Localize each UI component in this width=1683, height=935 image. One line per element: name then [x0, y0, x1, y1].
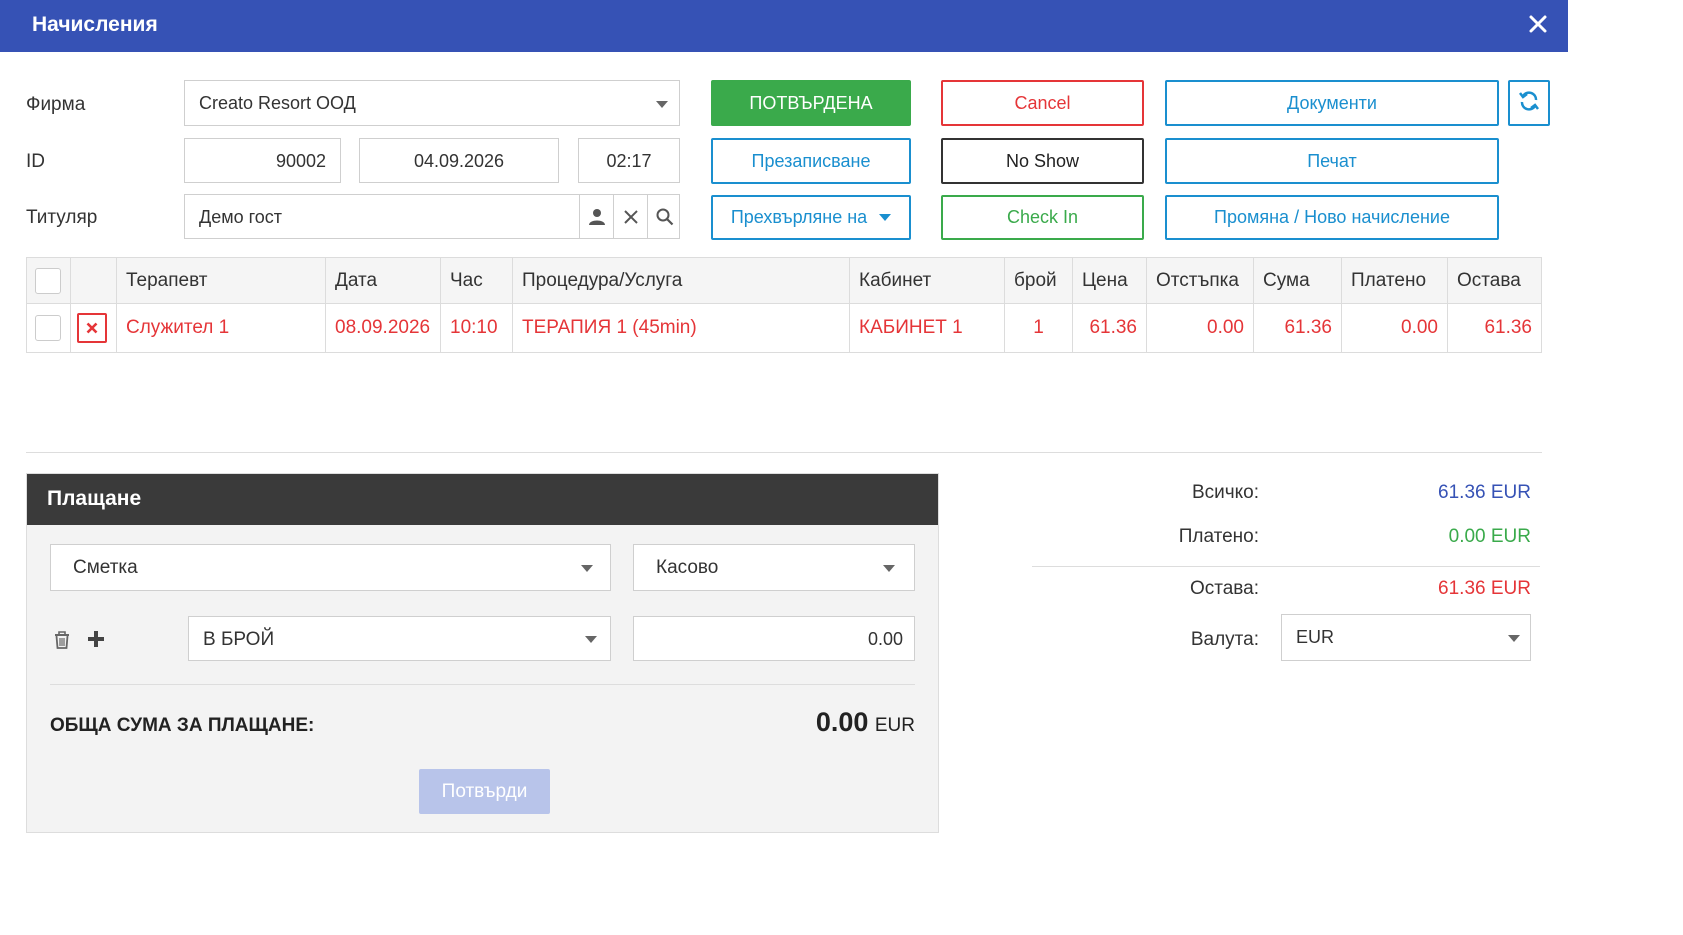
total-label: ОБЩА СУМА ЗА ПЛАЩАНЕ:	[50, 715, 315, 736]
register-value: Касово	[656, 557, 719, 578]
summary-paid-label: Платено:	[1178, 526, 1259, 547]
cell-discount: 0.00	[1146, 303, 1254, 353]
cell-therapist: Служител 1	[116, 303, 326, 353]
date-value: 04.09.2026	[413, 151, 505, 171]
summary-paid-value: 0.00 EUR	[1448, 526, 1531, 547]
change-new-charge-button[interactable]: Промяна / Ново начисление	[1165, 195, 1499, 240]
date-field[interactable]: 04.09.2026	[359, 138, 559, 183]
header-price[interactable]: Цена	[1072, 257, 1147, 304]
payment-panel: Плащане Сметка Касово В БРОЙ 0.00 ОБЩА С…	[26, 473, 939, 833]
refresh-button[interactable]	[1508, 80, 1550, 126]
currency-select[interactable]: EUR	[1281, 614, 1531, 661]
payment-divider	[50, 684, 915, 685]
id-field[interactable]: 90002	[184, 138, 341, 183]
dropdown-caret-icon	[585, 636, 597, 643]
firm-value: Creato Resort ООД	[199, 93, 356, 113]
check-in-button[interactable]: Check In	[941, 195, 1144, 240]
cell-price: 61.36	[1072, 303, 1147, 353]
payment-method-select[interactable]: В БРОЙ	[188, 616, 611, 661]
summary-divider	[1032, 566, 1540, 567]
register-select[interactable]: Касово	[633, 544, 915, 591]
summary-all-label: Всичко:	[1191, 482, 1259, 503]
charges-table: Терапевт Дата Час Процедура/Услуга Кабин…	[26, 257, 1542, 353]
payment-title: Плащане	[27, 474, 938, 525]
checkbox-icon	[35, 267, 61, 294]
summary-remaining-label: Остава:	[1189, 578, 1259, 599]
holder-label: Титуляр	[26, 207, 98, 228]
transfer-dropdown-button[interactable]: Прехвърляне на	[711, 195, 911, 240]
table-row[interactable]: Служител 1 08.09.2026 10:10 ТЕРАПИЯ 1 (4…	[26, 303, 1542, 353]
header-remaining[interactable]: Остава	[1447, 257, 1542, 304]
currency-label: Валута:	[1190, 629, 1259, 650]
dropdown-caret-icon	[581, 565, 593, 572]
header-sum[interactable]: Сума	[1253, 257, 1342, 304]
table-header-row: Терапевт Дата Час Процедура/Услуга Кабин…	[26, 257, 1542, 304]
payment-amount-value: 0.00	[867, 629, 903, 649]
user-icon[interactable]	[579, 195, 613, 239]
status-confirmed-button[interactable]: ПОТВЪРДЕНА	[711, 80, 911, 126]
row-checkbox[interactable]	[26, 303, 71, 353]
payment-amount-input[interactable]: 0.00	[633, 616, 915, 661]
search-icon[interactable]	[647, 195, 681, 239]
confirm-payment-button[interactable]: Потвърди	[419, 769, 550, 814]
id-value: 90002	[275, 151, 326, 171]
close-icon[interactable]	[1526, 12, 1550, 36]
holder-value: Демо гост	[199, 207, 283, 227]
account-select[interactable]: Сметка	[50, 544, 611, 591]
delete-row-icon	[77, 313, 107, 343]
summary-remaining-value: 61.36 EUR	[1438, 578, 1531, 599]
dropdown-caret-icon	[883, 565, 895, 572]
header-date[interactable]: Дата	[325, 257, 441, 304]
cell-room: КАБИНЕТ 1	[849, 303, 1005, 353]
currency-value: EUR	[1296, 627, 1335, 647]
account-value: Сметка	[73, 557, 138, 578]
cell-remaining: 61.36	[1447, 303, 1542, 353]
header-discount[interactable]: Отстъпка	[1146, 257, 1254, 304]
header-therapist[interactable]: Терапевт	[116, 257, 326, 304]
total-value: 0.00	[815, 707, 869, 737]
time-value: 02:17	[606, 151, 652, 171]
chevron-down-icon	[879, 214, 892, 221]
id-label: ID	[26, 151, 45, 172]
delete-row-button[interactable]	[70, 303, 117, 353]
total-currency: EUR	[874, 715, 915, 736]
header-actions	[70, 257, 117, 304]
dropdown-caret-icon	[656, 101, 668, 108]
cell-service: ТЕРАПИЯ 1 (45min)	[512, 303, 850, 353]
payment-method-value: В БРОЙ	[203, 629, 275, 650]
header-paid[interactable]: Платено	[1341, 257, 1448, 304]
time-field[interactable]: 02:17	[578, 138, 680, 183]
refresh-icon	[1517, 89, 1541, 118]
no-show-button[interactable]: No Show	[941, 138, 1144, 184]
cell-date: 08.09.2026	[325, 303, 441, 353]
clear-icon[interactable]	[613, 195, 647, 239]
cell-qty: 1	[1004, 303, 1073, 353]
checkbox-icon	[35, 315, 61, 341]
cancel-button[interactable]: Cancel	[941, 80, 1144, 126]
holder-field[interactable]: Демо гост	[184, 194, 680, 239]
cell-time: 10:10	[440, 303, 513, 353]
rebook-button[interactable]: Презаписване	[711, 138, 911, 184]
cell-paid: 0.00	[1341, 303, 1448, 353]
section-divider	[26, 452, 1542, 453]
cell-sum: 61.36	[1253, 303, 1342, 353]
header-service[interactable]: Процедура/Услуга	[512, 257, 850, 304]
total-amount: 0.00 EUR	[816, 707, 915, 738]
window-titlebar: Начисления	[0, 0, 1568, 52]
summary-all-value: 61.36 EUR	[1438, 482, 1531, 503]
transfer-label: Прехвърляне на	[730, 207, 868, 227]
dropdown-caret-icon	[1508, 635, 1520, 642]
trash-icon[interactable]	[53, 630, 71, 655]
select-all-checkbox[interactable]	[26, 257, 71, 304]
documents-button[interactable]: Документи	[1165, 80, 1499, 126]
firm-select[interactable]: Creato Resort ООД	[184, 80, 680, 126]
header-qty[interactable]: брой	[1004, 257, 1073, 304]
header-time[interactable]: Час	[440, 257, 513, 304]
firm-label: Фирма	[26, 94, 86, 115]
header-room[interactable]: Кабинет	[849, 257, 1005, 304]
window-title: Начисления	[32, 13, 158, 36]
print-button[interactable]: Печат	[1165, 138, 1499, 184]
plus-icon[interactable]	[86, 629, 106, 654]
